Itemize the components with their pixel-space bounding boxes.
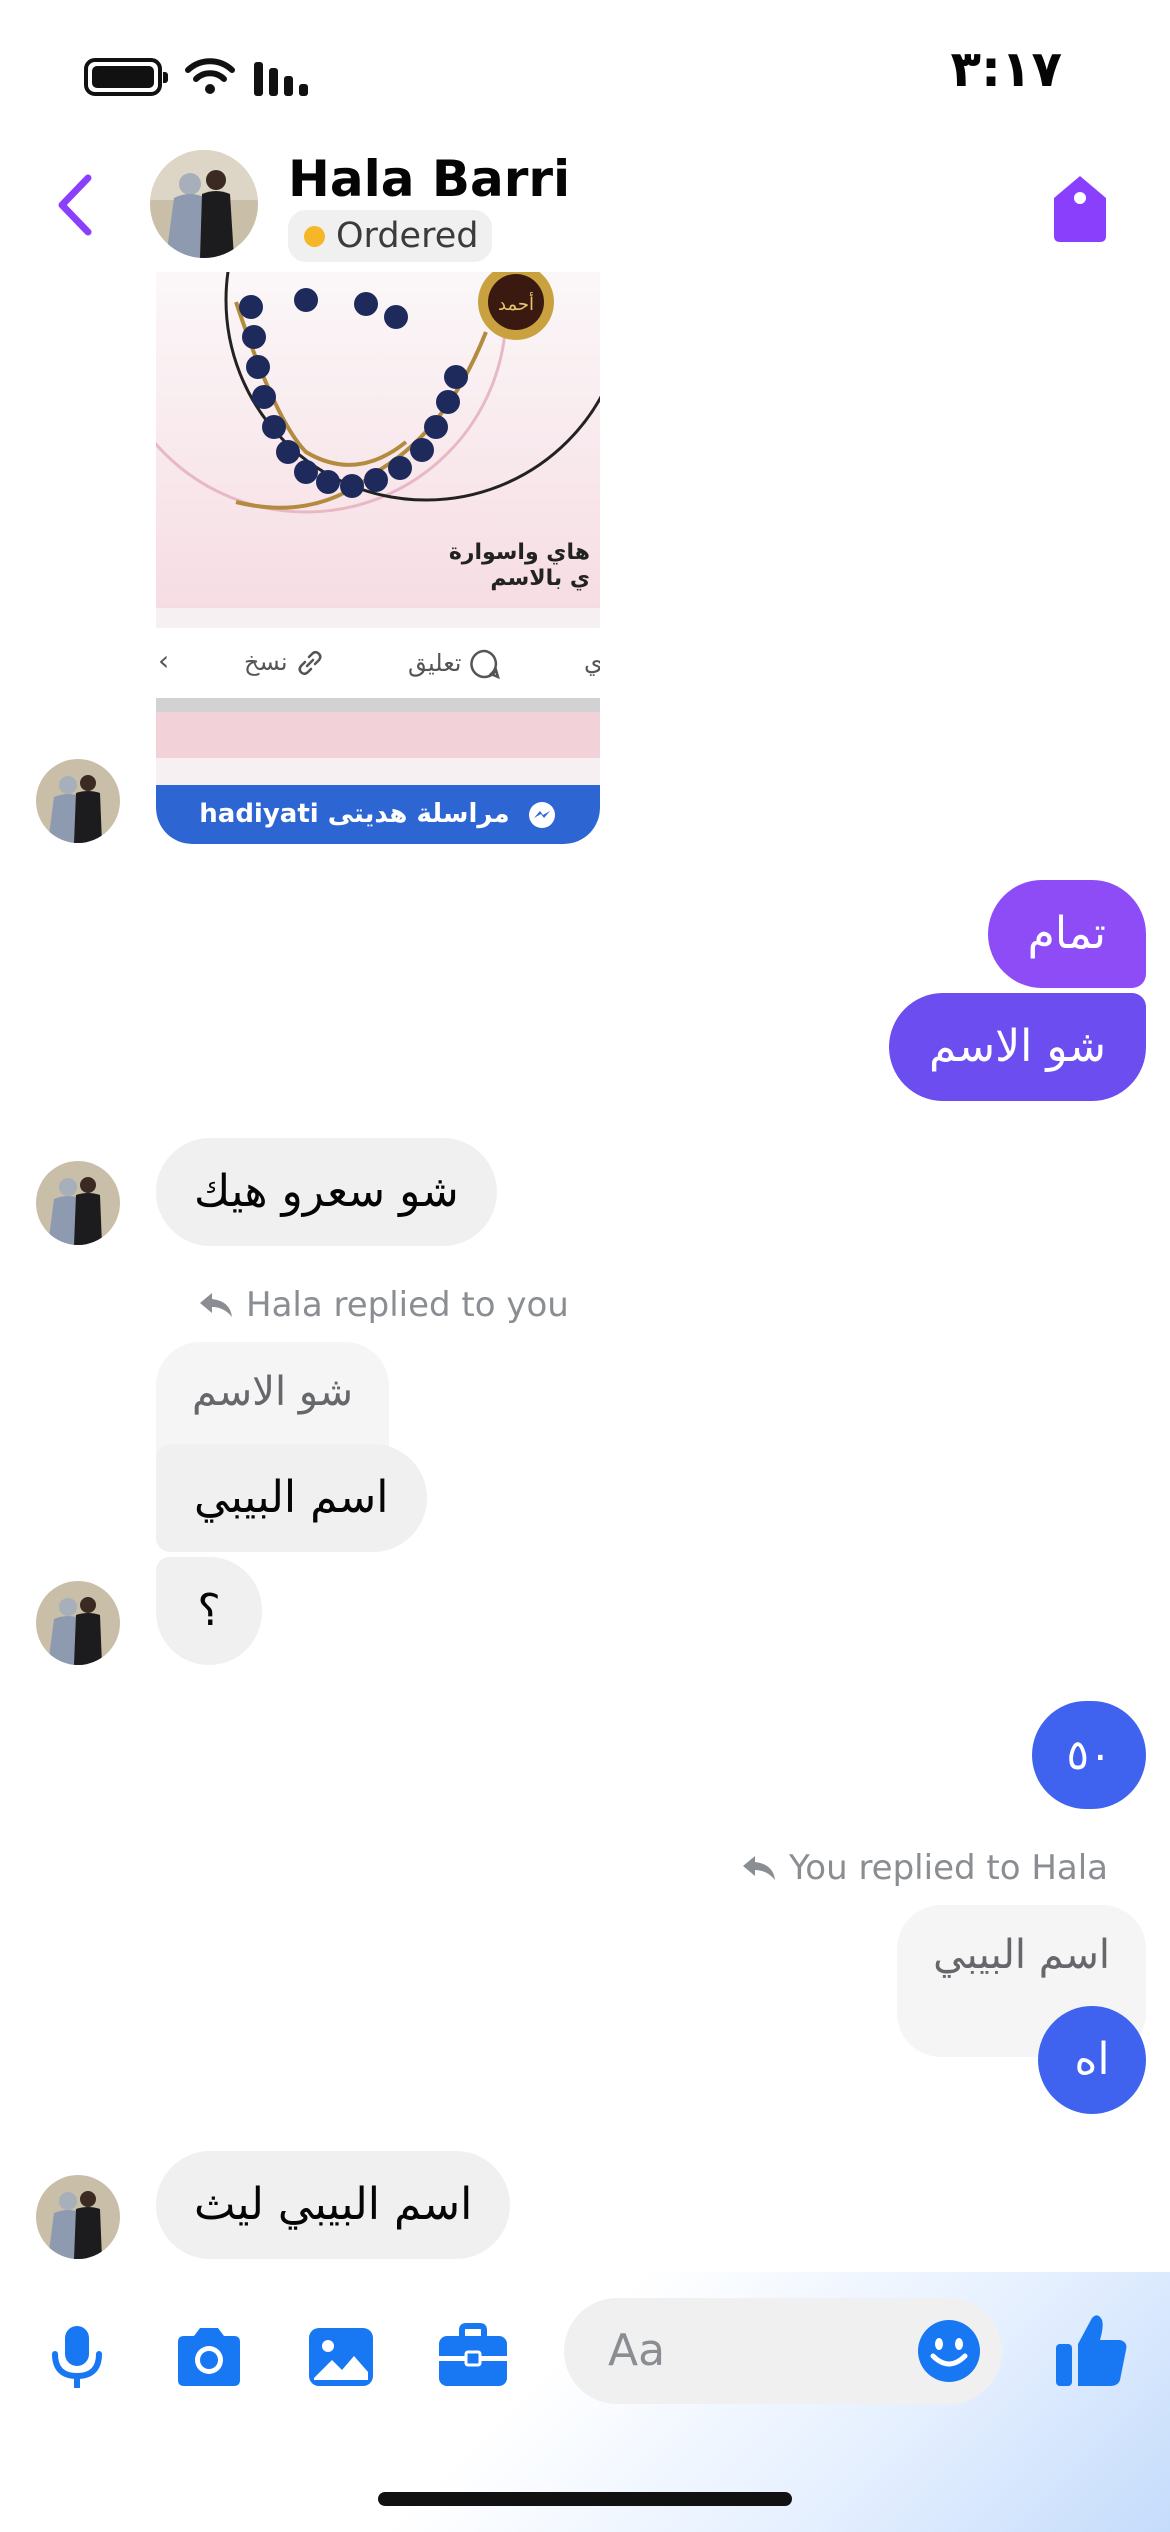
messenger-icon bbox=[528, 801, 555, 828]
briefcase-icon[interactable] bbox=[436, 2320, 510, 2394]
sender-avatar[interactable] bbox=[36, 2175, 120, 2259]
order-status-badge[interactable]: Ordered bbox=[288, 210, 493, 262]
microphone-icon[interactable] bbox=[40, 2320, 114, 2394]
camera-icon[interactable] bbox=[172, 2320, 246, 2394]
outgoing-message[interactable]: تمام bbox=[987, 880, 1146, 988]
pendant-engraving: أحمد bbox=[498, 292, 534, 315]
incoming-message[interactable]: ؟ bbox=[156, 1557, 262, 1665]
post-divider bbox=[156, 698, 600, 712]
copy-label: نسخ bbox=[244, 648, 288, 676]
wifi-icon bbox=[185, 58, 235, 94]
reply-indicator: You replied to Hala bbox=[741, 1848, 1108, 1888]
sender-avatar[interactable] bbox=[36, 1581, 120, 1665]
shared-post-attachment[interactable]: أحمد هاي واسوارة ي بالاسم ‹ نسخ تعليق ي … bbox=[156, 272, 600, 844]
caption-line-2: ي بالاسم bbox=[490, 566, 590, 591]
post-caption: هاي واسوارة ي بالاسم bbox=[390, 540, 590, 592]
post-actions-bar: ‹ نسخ تعليق ي bbox=[156, 628, 600, 698]
cta-label: hadiyati مراسلة هديتى bbox=[199, 799, 510, 829]
quoted-message[interactable]: شو الاسم bbox=[156, 1342, 389, 1460]
input-placeholder: Aa bbox=[608, 2325, 666, 2376]
signal-icon bbox=[254, 62, 308, 96]
status-bar: ٣:١٧ bbox=[0, 0, 1170, 140]
incoming-message[interactable]: اسم البيبي ليث bbox=[156, 2151, 511, 2259]
battery-icon bbox=[84, 58, 168, 96]
reply-indicator: Hala replied to you bbox=[198, 1285, 569, 1325]
link-icon bbox=[298, 650, 322, 676]
home-indicator bbox=[378, 2492, 792, 2506]
incoming-message[interactable]: شو سعرو هيك bbox=[156, 1138, 497, 1246]
comment-label: تعليق bbox=[408, 649, 462, 677]
reply-label-text: You replied to Hala bbox=[789, 1848, 1108, 1888]
partial-action: ي bbox=[584, 648, 600, 676]
thumbs-up-icon[interactable] bbox=[1054, 2310, 1128, 2390]
status-time: ٣:١٧ bbox=[950, 40, 1062, 98]
product-photo: أحمد هاي واسوارة ي بالاسم bbox=[156, 272, 600, 608]
outgoing-message[interactable]: اه bbox=[1038, 2006, 1146, 2114]
incoming-message[interactable]: اسم البيبي bbox=[156, 1444, 427, 1552]
outgoing-message[interactable]: شو الاسم bbox=[888, 993, 1146, 1101]
outgoing-message[interactable]: ٥٠ bbox=[1032, 1701, 1146, 1809]
status-dot-icon bbox=[304, 226, 325, 247]
order-status-label: Ordered bbox=[336, 216, 479, 256]
comment-action: تعليق bbox=[408, 648, 501, 680]
emoji-icon[interactable] bbox=[916, 2318, 982, 2384]
contact-name[interactable]: Hala Barri bbox=[288, 150, 570, 208]
gallery-icon[interactable] bbox=[304, 2320, 378, 2394]
comment-icon bbox=[470, 649, 501, 680]
order-tag-icon[interactable] bbox=[1050, 172, 1110, 244]
back-chevron-icon[interactable] bbox=[48, 170, 108, 240]
caption-line-1: هاي واسوارة bbox=[448, 540, 590, 565]
sender-avatar[interactable] bbox=[36, 1161, 120, 1245]
copy-link-action: نسخ bbox=[244, 648, 325, 678]
contact-avatar[interactable] bbox=[150, 150, 258, 258]
reply-label-text: Hala replied to you bbox=[246, 1285, 569, 1325]
message-page-cta[interactable]: hadiyati مراسلة هديتى bbox=[156, 785, 600, 844]
reply-arrow-icon bbox=[743, 1856, 776, 1880]
chevron-left-icon: ‹ bbox=[158, 644, 170, 677]
post-preview-band bbox=[156, 712, 600, 758]
sender-avatar[interactable] bbox=[36, 759, 120, 843]
reply-arrow-icon bbox=[200, 1293, 232, 1317]
